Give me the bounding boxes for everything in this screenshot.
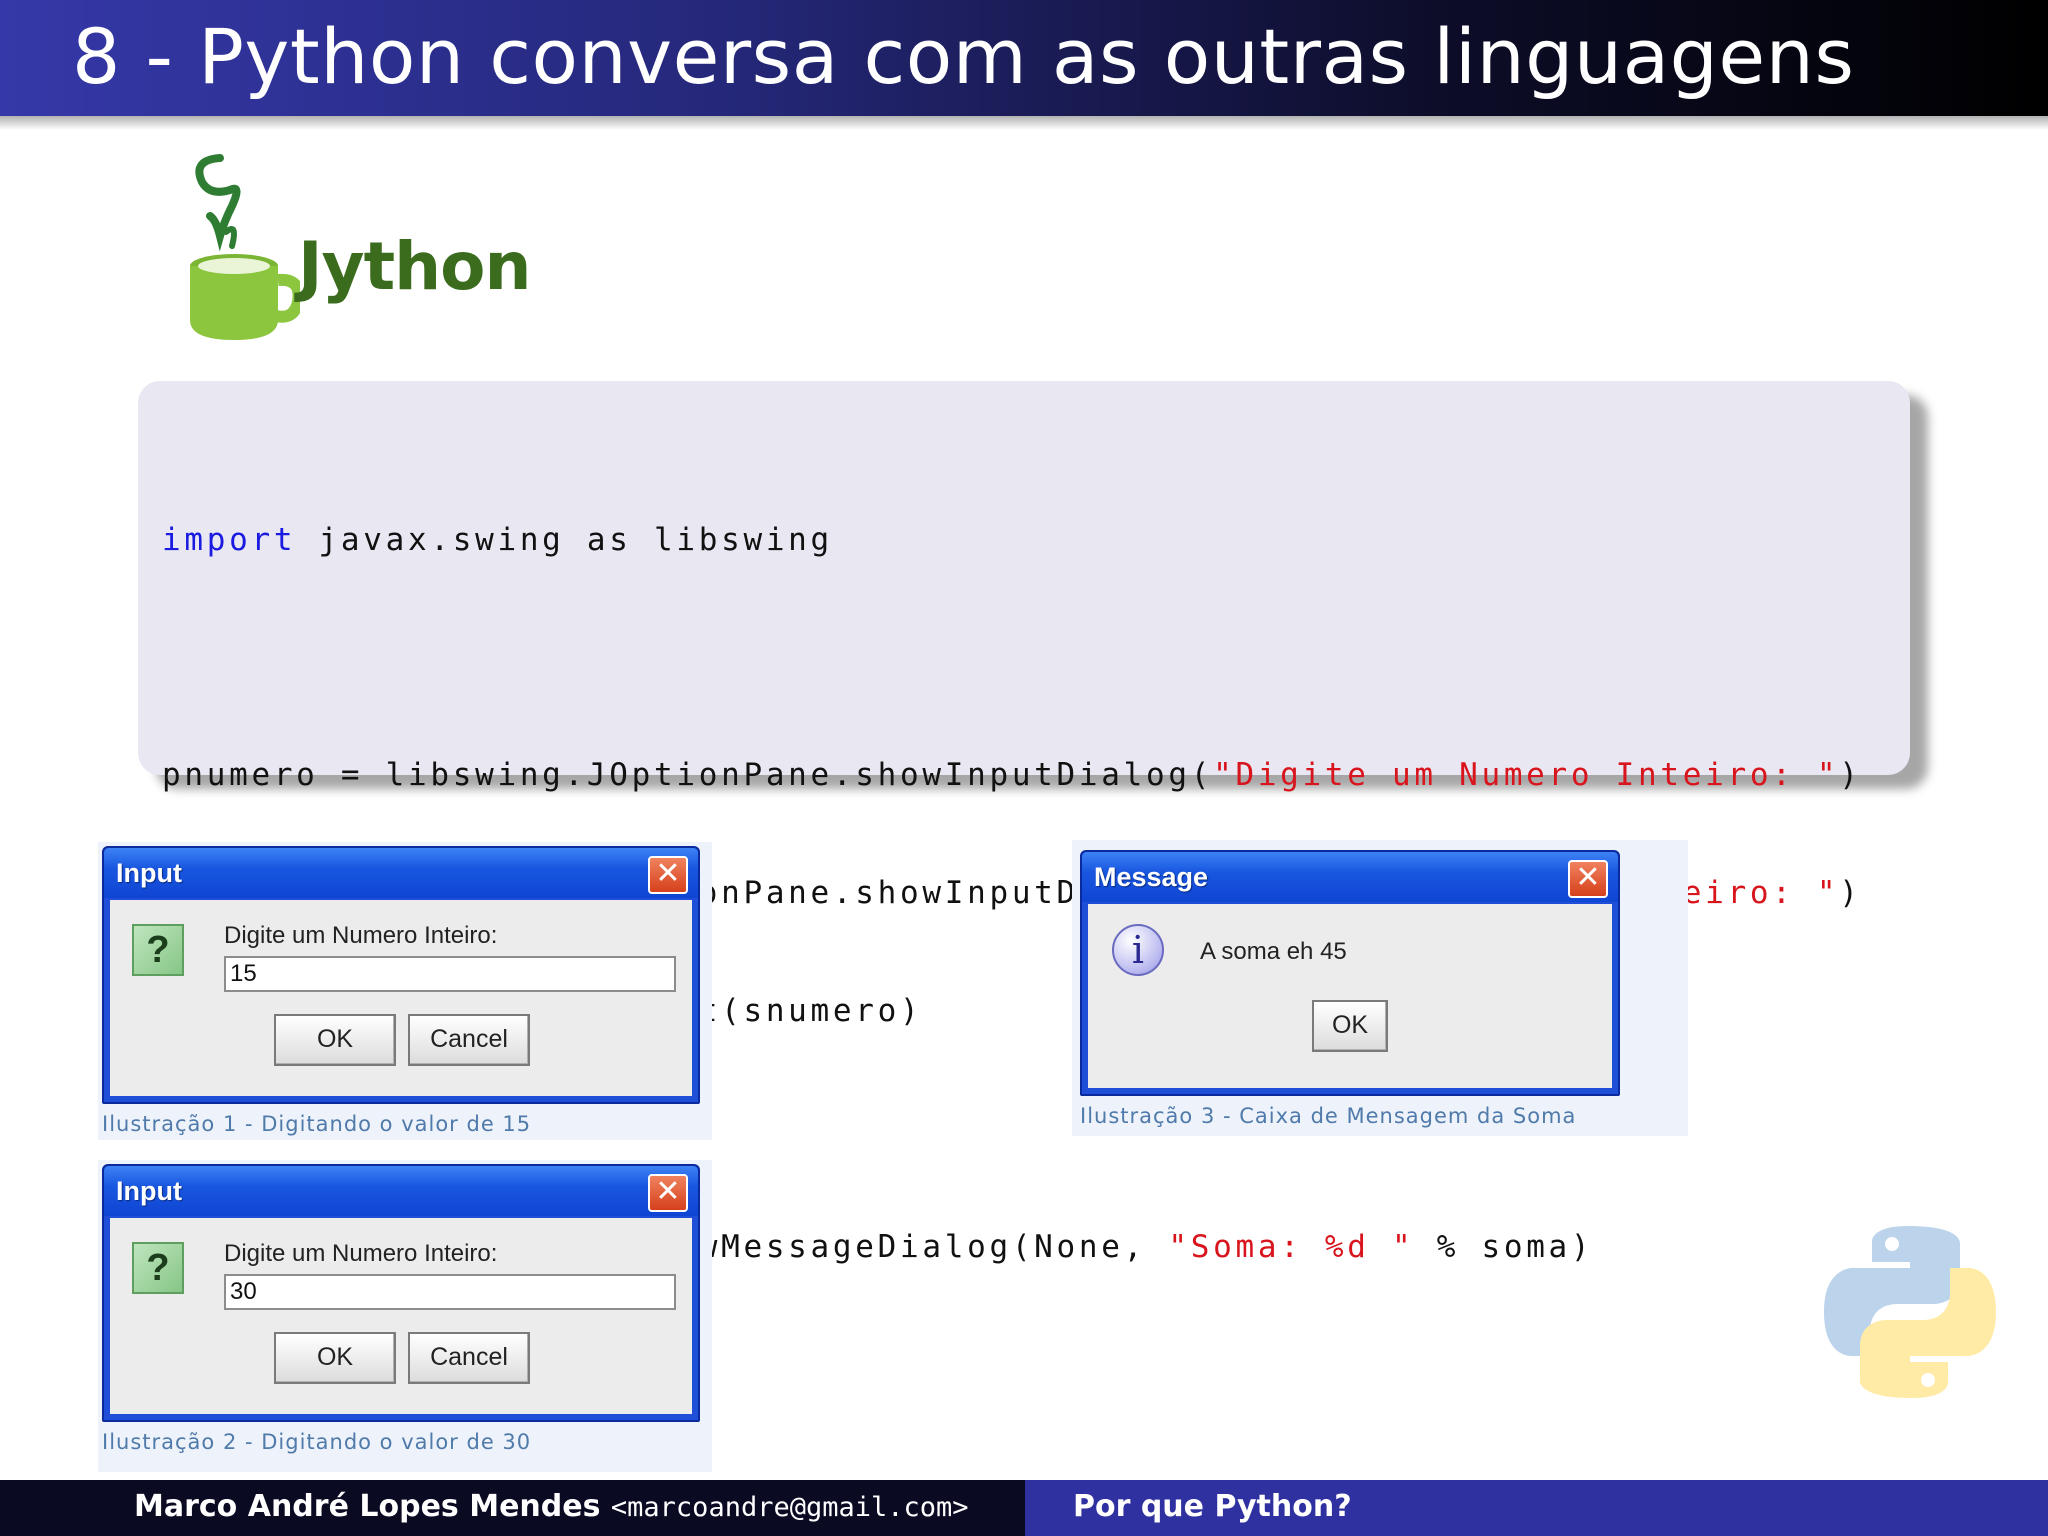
close-icon[interactable]: ✕	[648, 1174, 688, 1212]
dialog-title: Input	[116, 858, 182, 888]
dialog-title: Input	[116, 1176, 182, 1206]
dialog-body: ? Digite um Numero Inteiro: 30 OK Cancel	[110, 1218, 692, 1414]
code-string: "Digite um Numero Inteiro: "	[1213, 757, 1840, 794]
message-text: A soma eh 45	[1200, 938, 1347, 965]
slide-title: 8 - Python conversa com as outras lingua…	[72, 12, 1855, 101]
jython-cup-icon	[190, 154, 305, 340]
number-input[interactable]: 30	[224, 1274, 676, 1310]
cancel-button[interactable]: Cancel	[408, 1332, 530, 1384]
ok-button[interactable]: OK	[274, 1014, 396, 1066]
code-text: pnumero = libswing.JOptionPane.showInput…	[162, 757, 1214, 794]
code-text: javax.swing as libswing	[296, 521, 833, 558]
dialog-titlebar: Message ✕	[1082, 852, 1618, 902]
slide-title-bar: 8 - Python conversa com as outras lingua…	[0, 0, 2048, 130]
code-text: % soma)	[1414, 1228, 1594, 1265]
code-line-import: import javax.swing as libswing	[162, 521, 1862, 560]
close-icon[interactable]: ✕	[1568, 860, 1608, 898]
code-string: "Soma: %d "	[1168, 1228, 1415, 1265]
caption-illustration-1: Ilustração 1 - Digitando o valor de 15	[102, 1112, 532, 1136]
code-keyword: import	[162, 521, 297, 558]
dialog-prompt: Digite um Numero Inteiro:	[224, 922, 498, 949]
author-email: <marcoandre@gmail.com>	[610, 1492, 969, 1523]
code-line-pnumero: pnumero = libswing.JOptionPane.showInput…	[162, 756, 1862, 795]
info-icon: i	[1112, 924, 1164, 976]
footer-author: Marco André Lopes Mendes <marcoandre@gma…	[134, 1489, 969, 1524]
question-icon: ?	[132, 924, 184, 976]
number-input[interactable]: 15	[224, 956, 676, 992]
dialog-prompt: Digite um Numero Inteiro:	[224, 1240, 498, 1267]
close-icon[interactable]: ✕	[648, 856, 688, 894]
author-name: Marco André Lopes Mendes	[134, 1489, 601, 1524]
question-icon: ?	[132, 1242, 184, 1294]
jython-logo-text: Jython	[298, 228, 531, 305]
ok-button[interactable]: OK	[1312, 1000, 1388, 1052]
input-dialog-2: Input ✕ ? Digite um Numero Inteiro: 30 O…	[102, 1164, 700, 1422]
code-text: )	[1839, 875, 1862, 912]
footer-topic-bar: Por que Python?	[1025, 1480, 2048, 1536]
footer-topic: Por que Python?	[1073, 1489, 1352, 1524]
message-dialog: Message ✕ i A soma eh 45 OK	[1080, 850, 1620, 1096]
ok-button[interactable]: OK	[274, 1332, 396, 1384]
jython-logo: Jython	[180, 150, 531, 350]
cancel-button[interactable]: Cancel	[408, 1014, 530, 1066]
dialog-body: i A soma eh 45 OK	[1088, 904, 1612, 1088]
dialog-title: Message	[1094, 862, 1209, 892]
python-logo-icon	[1824, 1226, 1996, 1398]
dialog-titlebar: Input ✕	[104, 848, 698, 898]
code-text: )	[1839, 757, 1862, 794]
caption-illustration-3: Ilustração 3 - Caixa de Mensagem da Soma	[1080, 1104, 1577, 1128]
footer-author-bar: Marco André Lopes Mendes <marcoandre@gma…	[0, 1480, 1025, 1536]
dialog-titlebar: Input ✕	[104, 1166, 698, 1216]
dialog-body: ? Digite um Numero Inteiro: 15 OK Cancel	[110, 900, 692, 1096]
caption-illustration-2: Ilustração 2 - Digitando o valor de 30	[102, 1430, 532, 1454]
input-dialog-1: Input ✕ ? Digite um Numero Inteiro: 15 O…	[102, 846, 700, 1104]
